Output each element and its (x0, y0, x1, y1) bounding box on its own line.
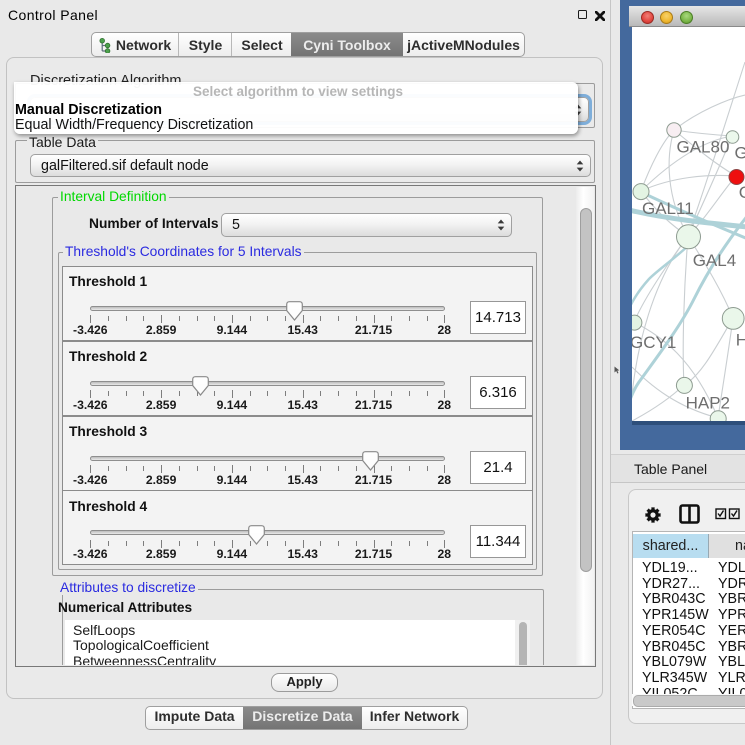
svg-text:GAL80: GAL80 (677, 138, 730, 157)
svg-text:GAL11: GAL11 (642, 199, 694, 218)
svg-text:GA: GA (735, 144, 745, 163)
svg-text:H: H (736, 331, 745, 350)
svg-text:HAP2: HAP2 (686, 394, 730, 413)
svg-text:GCY1: GCY1 (632, 333, 676, 352)
svg-text:C: C (739, 183, 745, 202)
svg-text:GAL4: GAL4 (693, 251, 736, 270)
